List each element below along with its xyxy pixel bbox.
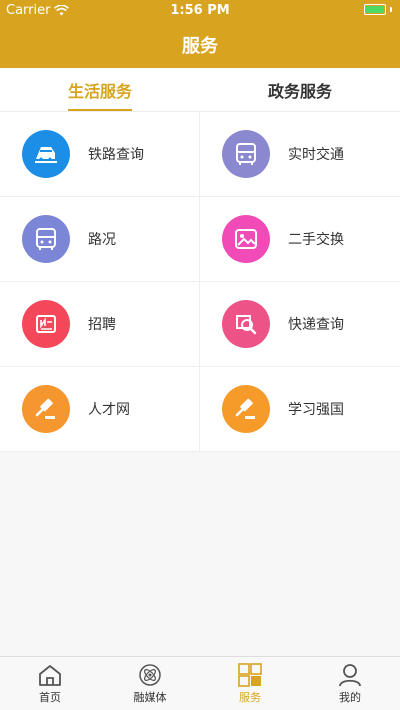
service-item-xuexi-qiangguo[interactable]: 学习强国 xyxy=(200,367,400,452)
status-right xyxy=(364,4,392,15)
gavel-icon xyxy=(22,385,70,433)
image-icon xyxy=(222,215,270,263)
battery-cap xyxy=(390,7,392,12)
tab-label: 融媒体 xyxy=(133,691,167,704)
page-title: 服务 xyxy=(182,36,218,57)
tab-mine[interactable]: 我的 xyxy=(300,657,400,710)
tab-government-services[interactable]: 政务服务 xyxy=(200,68,400,112)
tab-home[interactable]: 首页 xyxy=(0,657,100,710)
home-icon xyxy=(39,665,61,686)
service-item-railway-query[interactable]: 铁路查询 xyxy=(0,112,200,197)
tab-media[interactable]: 融媒体 xyxy=(100,657,200,710)
tab-services[interactable]: 服务 xyxy=(200,657,300,710)
header-bar: Carrier 1:56 PM 服务 xyxy=(0,0,400,68)
service-label: 铁路查询 xyxy=(88,147,144,163)
service-label: 实时交通 xyxy=(288,147,344,163)
status-bar: Carrier 1:56 PM xyxy=(0,0,400,22)
service-label: 学习强国 xyxy=(288,402,344,418)
active-tab-indicator xyxy=(68,109,132,111)
bottom-tab-bar: 首页 融媒体 服务 我的 xyxy=(0,656,400,710)
service-item-realtime-traffic[interactable]: 实时交通 xyxy=(200,112,400,197)
service-label: 招聘 xyxy=(88,317,116,333)
user-icon xyxy=(339,664,361,687)
newspaper-icon xyxy=(22,300,70,348)
tab-life-services[interactable]: 生活服务 xyxy=(0,68,200,112)
service-item-recruitment[interactable]: 招聘 xyxy=(0,282,200,367)
status-time: 1:56 PM xyxy=(170,3,230,18)
tab-label: 首页 xyxy=(39,691,61,704)
services-grid: 铁路查询 实时交通 路况 二手交换 招聘 快递查询 人才网 学习强国 xyxy=(0,112,400,452)
package-search-icon xyxy=(222,300,270,348)
bus-icon xyxy=(22,215,70,263)
service-label: 二手交换 xyxy=(288,232,344,248)
tab-label: 我的 xyxy=(339,691,361,704)
service-label: 路况 xyxy=(88,232,116,248)
service-item-road-conditions[interactable]: 路况 xyxy=(0,197,200,282)
service-label: 人才网 xyxy=(88,402,130,418)
tab-label: 服务 xyxy=(239,691,261,704)
service-tabs: 生活服务 政务服务 xyxy=(0,68,400,112)
battery-icon xyxy=(364,4,386,15)
service-label: 快递查询 xyxy=(288,317,344,333)
train-icon xyxy=(22,130,70,178)
gavel-icon xyxy=(222,385,270,433)
service-item-secondhand-exchange[interactable]: 二手交换 xyxy=(200,197,400,282)
grid-icon xyxy=(238,663,262,687)
service-item-talent-network[interactable]: 人才网 xyxy=(0,367,200,452)
service-item-express-query[interactable]: 快递查询 xyxy=(200,282,400,367)
atom-icon xyxy=(139,664,161,686)
bus-icon xyxy=(222,130,270,178)
